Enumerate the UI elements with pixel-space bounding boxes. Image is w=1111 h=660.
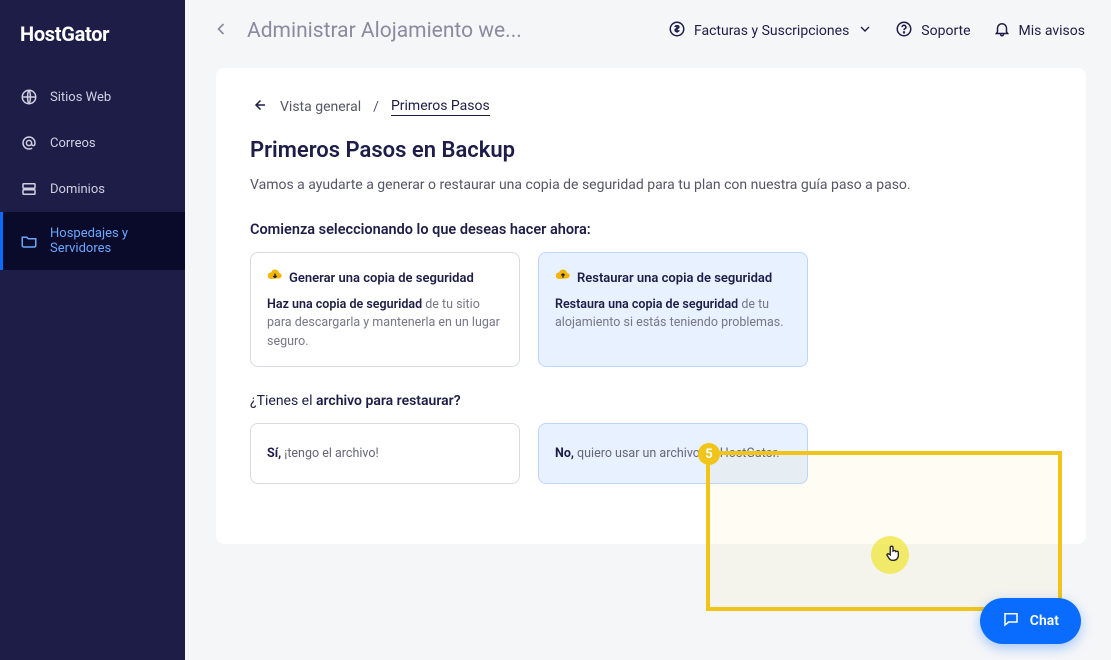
globe-icon	[20, 88, 38, 106]
tutorial-step-badge: 5	[698, 443, 720, 465]
bell-icon	[993, 20, 1011, 42]
card-desc-strong: Restaura una copia de seguridad	[555, 297, 738, 312]
breadcrumb-sep: /	[373, 99, 379, 115]
cursor-hand-icon	[882, 542, 904, 568]
sidebar-item-label: Sitios Web	[50, 90, 111, 105]
sidebar-item-label: Hospedajes y Servidores	[50, 226, 165, 256]
card-title-text: Restaurar una copia de seguridad	[577, 269, 772, 289]
action-cards: Generar una copia de seguridad Haz una c…	[250, 252, 1052, 367]
answer-no-strong: No,	[555, 446, 574, 461]
sidebar-item-correos[interactable]: Correos	[0, 120, 185, 166]
support-label: Soporte	[921, 23, 970, 39]
main-panel: Vista general / Primeros Pasos Primeros …	[216, 68, 1086, 544]
answer-yes-strong: Sí,	[267, 446, 281, 461]
chat-icon	[1002, 610, 1020, 632]
help-icon	[895, 20, 913, 42]
billing-label: Facturas y Suscripciones	[694, 23, 849, 39]
breadcrumb-current: Primeros Pasos	[391, 98, 490, 116]
sidebar: HostGator Sitios Web Correos Dominios Ho…	[0, 0, 185, 660]
answer-no[interactable]: No, quiero usar un archivo de HostGator.	[538, 423, 808, 484]
page-context-title: Administrar Alojamiento we...	[247, 19, 522, 43]
page-title: Primeros Pasos en Backup	[250, 138, 1052, 163]
breadcrumb-back-icon[interactable]	[250, 96, 268, 118]
card-generate-backup[interactable]: Generar una copia de seguridad Haz una c…	[250, 252, 520, 367]
chat-label: Chat	[1030, 613, 1059, 629]
breadcrumb: Vista general / Primeros Pasos	[250, 96, 1052, 118]
sidebar-item-hosting[interactable]: Hospedajes y Servidores	[0, 212, 185, 270]
topbar: Administrar Alojamiento we... Facturas y…	[185, 0, 1111, 62]
question-has-file: ¿Tienes el archivo para restaurar?	[250, 393, 1052, 409]
dollar-icon	[668, 20, 686, 42]
chat-button[interactable]: Chat	[980, 598, 1081, 644]
q2-prefix: ¿Tienes el	[250, 393, 316, 409]
sidebar-item-label: Correos	[50, 136, 96, 151]
answer-cards: Sí, ¡tengo el archivo! No, quiero usar u…	[250, 423, 1052, 484]
answer-no-light: quiero usar un archivo de HostGator.	[574, 446, 780, 461]
brand-logo: HostGator	[0, 22, 185, 74]
card-title-text: Generar una copia de seguridad	[289, 269, 474, 289]
back-arrow-icon[interactable]	[211, 19, 231, 43]
support-link[interactable]: Soporte	[895, 20, 970, 42]
section-heading: Comienza seleccionando lo que deseas hac…	[250, 221, 1052, 238]
card-desc-strong: Haz una copia de seguridad	[267, 297, 422, 312]
sidebar-item-label: Dominios	[50, 182, 105, 197]
cloud-upload-icon	[555, 267, 571, 290]
billing-link[interactable]: Facturas y Suscripciones	[668, 20, 873, 42]
q2-strong: archivo para restaurar?	[316, 393, 461, 409]
server-icon	[20, 180, 38, 198]
notices-link[interactable]: Mis avisos	[993, 20, 1085, 42]
breadcrumb-prev[interactable]: Vista general	[280, 99, 361, 115]
page-subtitle: Vamos a ayudarte a generar o restaurar u…	[250, 177, 1052, 193]
folder-icon	[20, 232, 38, 250]
answer-yes[interactable]: Sí, ¡tengo el archivo!	[250, 423, 520, 484]
chevron-down-icon	[857, 21, 873, 41]
sidebar-item-dominios[interactable]: Dominios	[0, 166, 185, 212]
card-restore-backup[interactable]: Restaurar una copia de seguridad Restaur…	[538, 252, 808, 367]
answer-yes-light: ¡tengo el archivo!	[281, 446, 379, 461]
at-icon	[20, 134, 38, 152]
notices-label: Mis avisos	[1019, 23, 1085, 39]
cloud-download-icon	[267, 267, 283, 290]
sidebar-item-sitios-web[interactable]: Sitios Web	[0, 74, 185, 120]
